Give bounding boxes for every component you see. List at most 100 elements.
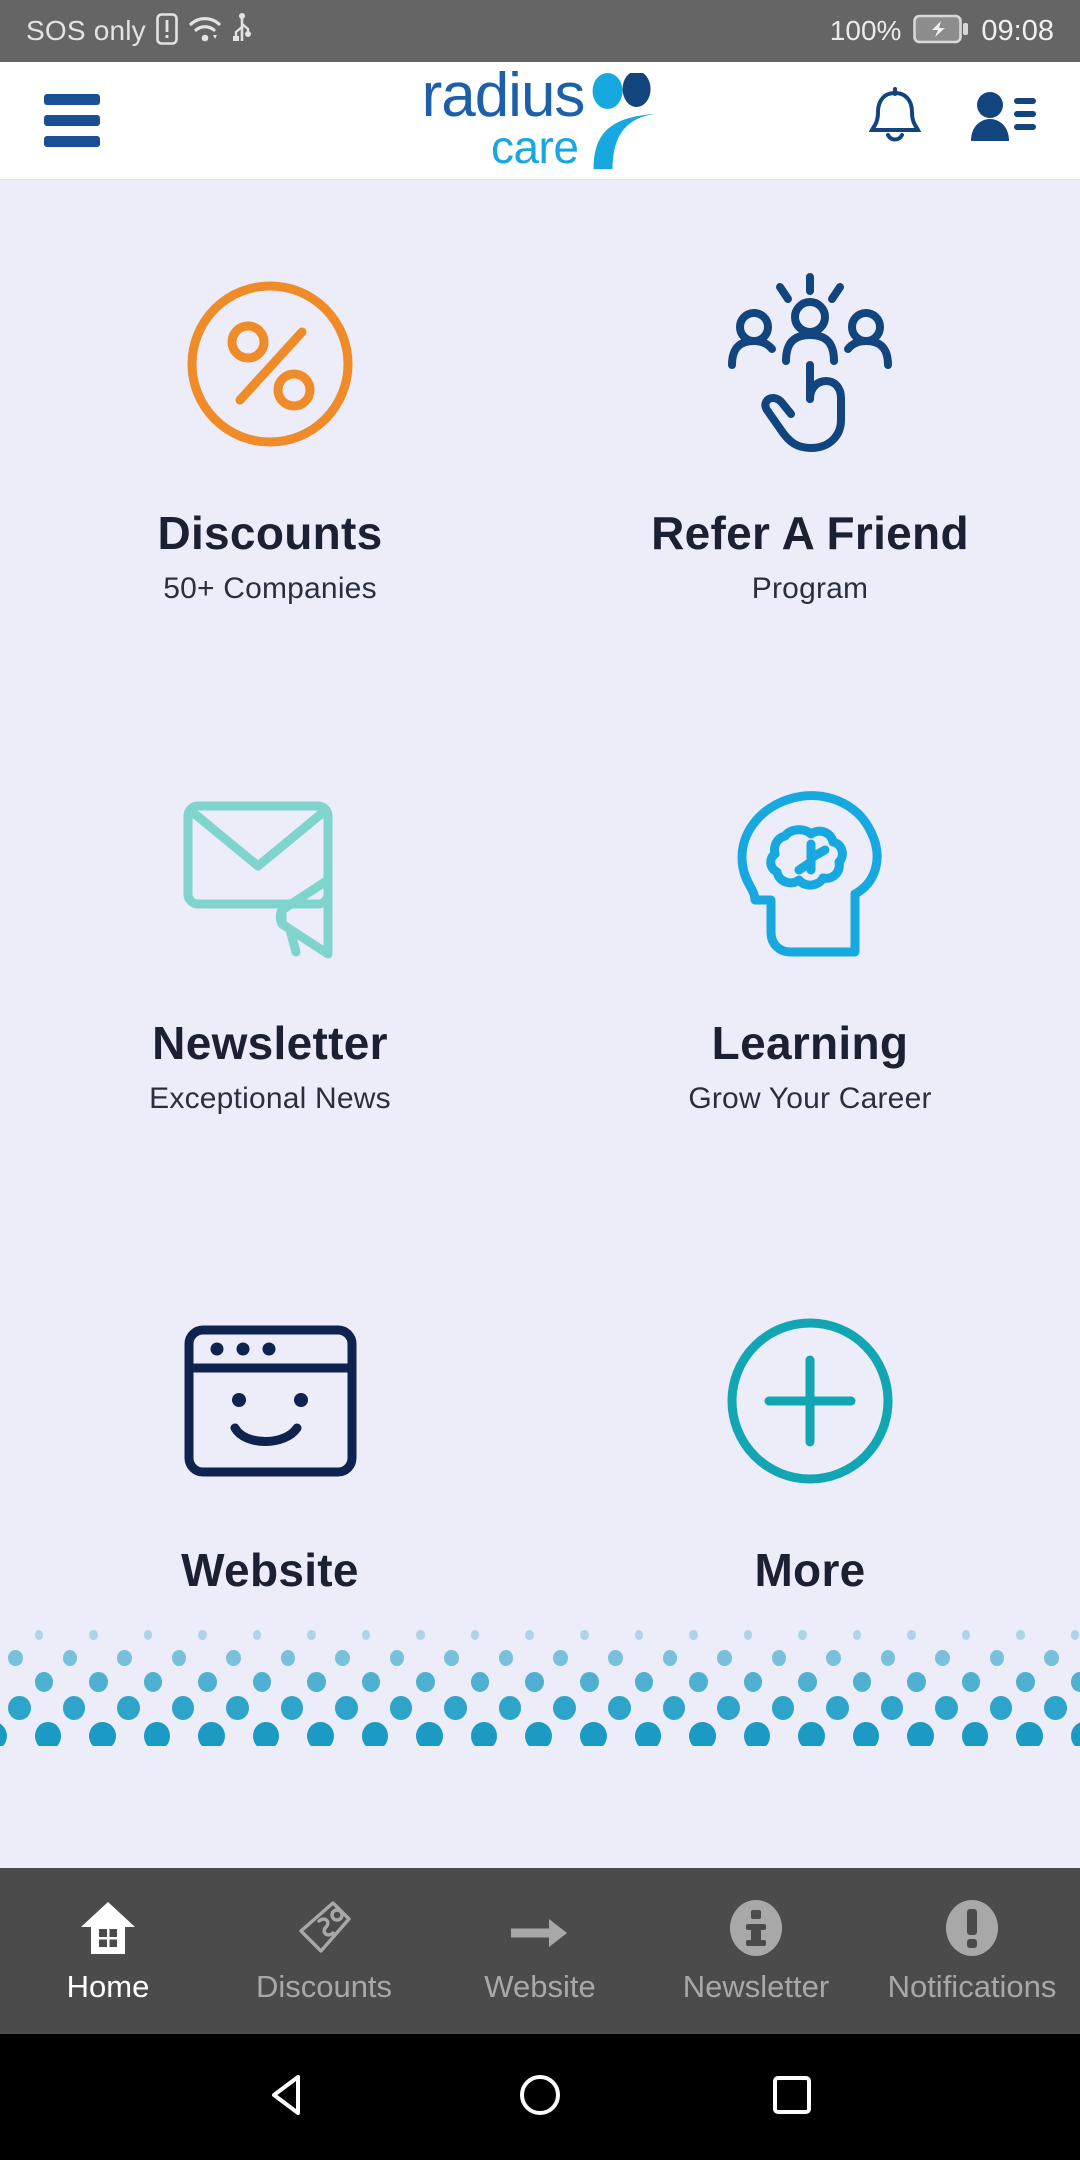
price-tag-icon [293,1897,355,1957]
tile-title: Website [181,1544,359,1596]
dot [1016,1722,1043,1746]
dot [89,1722,116,1746]
dot [580,1630,589,1640]
dot [62,1650,78,1666]
dot [280,1696,304,1720]
notification-bell-icon[interactable] [866,87,924,154]
dot [198,1672,217,1692]
dot [662,1650,678,1666]
dot [689,1722,716,1746]
dot [798,1630,807,1640]
dot [252,1630,262,1640]
dot [771,1650,787,1666]
dot [961,1722,989,1746]
dot [1044,1696,1067,1720]
tile-refer-a-friend[interactable]: Refer A Friend Program [540,180,1080,690]
plus-circle-icon [725,1301,895,1501]
dot [634,1672,654,1692]
dot [389,1696,413,1720]
dot [307,1672,326,1692]
dot [907,1630,916,1640]
two-people-icon [588,71,658,174]
logo-care-text: care [490,121,579,174]
dot [416,1722,443,1746]
dot [907,1722,934,1746]
dot-row [0,1630,1080,1640]
dot [498,1696,522,1720]
dot [143,1672,163,1692]
dot [608,1696,631,1720]
tile-learning[interactable]: Learning Grow Your Career [540,690,1080,1200]
dot [280,1650,296,1666]
app-screen: SOS only 100% 09:08 radius care Discount… [0,0,1080,2160]
logo-wordmark: radius care [422,64,586,174]
nav-item-home[interactable]: Home [0,1897,216,2005]
tile-title: Learning [711,1017,909,1069]
envelope-megaphone-icon [170,774,370,974]
tile-title: Refer A Friend [651,507,969,559]
dot [361,1630,371,1640]
dot [634,1722,662,1746]
dot [171,1696,195,1720]
nav-item-newsletter[interactable]: Newsletter [648,1897,864,2005]
dot-row [0,1722,1080,1746]
dot [198,1722,225,1746]
dot [608,1650,623,1666]
dot [689,1672,708,1692]
dot [907,1672,926,1692]
dot [34,1672,54,1692]
dot [117,1696,140,1720]
dot [226,1650,241,1666]
dot [743,1672,763,1692]
tile-subtitle: Grow Your Career [688,1082,932,1115]
tile-discounts[interactable]: Discounts 50+ Companies [0,180,540,690]
dot [525,1722,553,1746]
circle-home-icon[interactable] [514,2069,566,2126]
hamburger-menu-icon[interactable] [44,94,100,147]
nav-item-website[interactable]: Website [432,1897,648,2005]
dot [335,1696,358,1720]
dot [989,1696,1013,1720]
dot [961,1630,971,1640]
dot [553,1696,577,1720]
dot [1016,1630,1025,1640]
dot [689,1630,698,1640]
dot [771,1696,795,1720]
dot [361,1672,381,1692]
dot [307,1630,316,1640]
dot [416,1672,435,1692]
triangle-back-icon[interactable] [262,2069,314,2126]
contacts-icon[interactable] [970,89,1036,152]
status-bar: SOS only 100% 09:08 [0,0,1080,62]
head-brain-icon [715,774,905,974]
dot [798,1672,817,1692]
refer-friend-icon [710,264,910,464]
dot [525,1630,535,1640]
dot [935,1650,950,1666]
arrow-right-icon [505,1897,575,1957]
dot [717,1650,732,1666]
dot [361,1722,389,1746]
tile-subtitle: 50+ Companies [163,572,377,605]
sim-alert-icon [156,12,178,50]
dot-row [0,1672,1080,1692]
burger-line [44,115,100,126]
dot [117,1650,132,1666]
dot [662,1696,686,1720]
carrier-label: SOS only [26,15,146,46]
dot [8,1696,31,1720]
app-logo[interactable]: radius care [422,64,659,174]
home-icon [77,1897,139,1957]
dot [89,1630,98,1640]
dot [935,1696,958,1720]
dot [0,1722,7,1746]
dot [1070,1722,1080,1746]
dot [252,1672,272,1692]
bottom-navigation-bar: Home Discounts Website Newsletter Notifi… [0,1868,1080,2034]
square-recents-icon[interactable] [766,2069,818,2126]
dot [498,1650,514,1666]
nav-item-notifications[interactable]: Notifications [864,1897,1080,2005]
nav-item-discounts[interactable]: Discounts [216,1897,432,2005]
dot [89,1672,108,1692]
tile-newsletter[interactable]: Newsletter Exceptional News [0,690,540,1200]
